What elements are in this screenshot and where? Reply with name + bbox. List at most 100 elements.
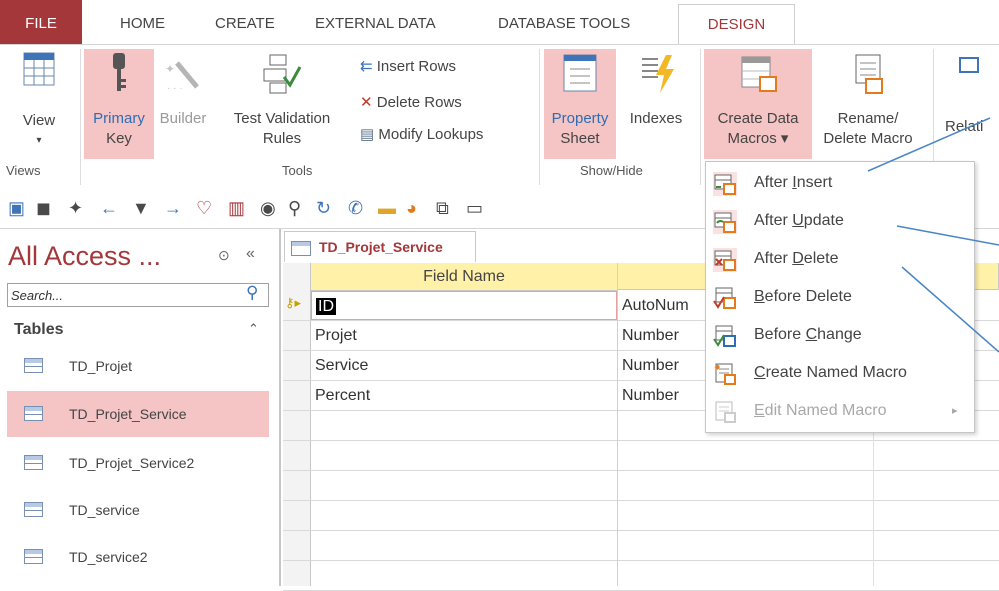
pie-chart-icon[interactable]: ◕ [406, 198, 417, 218]
table-row-empty[interactable] [283, 501, 999, 531]
navigation-pane: All Access ... ⊙ « Search... ⚲ Tables ⌃ … [0, 229, 281, 586]
tab-create[interactable]: CREATE [215, 0, 275, 44]
rename-delete-macro-button[interactable]: Rename/ Delete Macro [812, 49, 924, 159]
menu-item-before-change[interactable]: Before Change [706, 316, 974, 354]
field-name-cell[interactable]: ID [311, 291, 617, 320]
table-row-empty[interactable] [283, 471, 999, 501]
builder-button[interactable]: ✦ · · · Builder [155, 49, 211, 159]
table-icon [24, 502, 43, 517]
table-exclamation-icon[interactable]: ▥ [228, 198, 245, 218]
nav-search-input[interactable]: Search... [7, 283, 269, 307]
after-insert-icon [713, 172, 737, 196]
create-data-macros-button[interactable]: Create Data Macros ▾ [704, 49, 812, 159]
indexes-lightning-icon [642, 55, 674, 93]
copy-icon[interactable]: ⧉ [436, 198, 449, 218]
relationships-button[interactable]: Relati [945, 49, 999, 159]
validation-icon [263, 54, 302, 94]
nav-dropdown-icon[interactable]: ⊙ [218, 247, 230, 264]
separator [700, 49, 701, 185]
builder-label: Builder [159, 110, 207, 127]
property-sheet-icon [563, 54, 597, 92]
delete-rows-label: Delete Rows [376, 94, 462, 111]
modify-lookups-button[interactable]: ▤ Modify Lookups [360, 125, 483, 145]
modify-lookups-label: Modify Lookups [378, 126, 484, 143]
rename-delete-macro-label-1: Rename/ [837, 110, 899, 127]
ribbon-tabs: FILE HOME CREATE EXTERNAL DATA DATABASE … [0, 0, 999, 46]
tab-external-data[interactable]: EXTERNAL DATA [315, 0, 436, 44]
primary-key-label-2: Key [106, 130, 132, 147]
heart-check-icon[interactable]: ♡ [196, 198, 212, 218]
key-icon [113, 53, 126, 91]
primary-key-label-1: Primary [93, 110, 145, 127]
indexes-label: Indexes [629, 110, 683, 127]
indexes-button[interactable]: Indexes [618, 49, 694, 159]
table-row-empty[interactable] [283, 441, 999, 471]
field-name-cell[interactable]: Service [311, 351, 617, 380]
tab-file[interactable]: FILE [0, 0, 82, 44]
refresh-icon[interactable]: ↻ [316, 198, 331, 218]
nav-item-td-service[interactable]: TD_service [7, 487, 269, 533]
table-row-empty[interactable] [283, 561, 999, 591]
table-icon [24, 406, 43, 421]
group-label-show-hide: Show/Hide [580, 163, 643, 178]
pin-icon[interactable]: ✦ [68, 198, 83, 218]
back-arrow-icon[interactable]: ← [100, 198, 118, 218]
nav-item-td-projet-service[interactable]: TD_Projet_Service [7, 391, 269, 437]
delete-rows-button[interactable]: ✕ Delete Rows [360, 93, 462, 113]
collapse-pane-icon[interactable]: « [246, 245, 255, 263]
column-divider [617, 263, 618, 586]
table-row-empty[interactable] [283, 531, 999, 561]
document-tab[interactable]: TD_Projet_Service [284, 231, 476, 262]
column-header-field-name[interactable]: Field Name [311, 263, 618, 291]
view-button[interactable]: View ▾ [2, 49, 76, 159]
phone-icon[interactable]: ✆ [348, 198, 363, 218]
test-validation-rules-button[interactable]: Test Validation Rules [212, 49, 352, 159]
filter-icon[interactable]: ▼ [132, 198, 150, 218]
create-data-macros-label-2: Macros ▾ [727, 130, 789, 147]
nav-section-tables[interactable]: Tables [14, 321, 64, 339]
nav-item-td-projet-service2[interactable]: TD_Projet_Service2 [7, 440, 269, 486]
builder-wand-icon: ✦ · · · [165, 61, 199, 94]
property-sheet-button[interactable]: Property Sheet [544, 49, 616, 159]
view-dropdown-arrow: ▾ [36, 135, 42, 146]
tab-design[interactable]: DESIGN [678, 4, 795, 46]
menu-item-after-update[interactable]: After Update [706, 202, 974, 240]
tab-home[interactable]: HOME [120, 0, 165, 44]
zoom-icon[interactable]: ⚲ [288, 198, 301, 218]
menu-item-before-delete[interactable]: Before Delete [706, 278, 974, 316]
target-icon[interactable]: ◉ [260, 198, 276, 218]
menu-item-after-insert[interactable]: After Insert [706, 164, 974, 202]
test-validation-label-1: Test Validation [233, 110, 331, 127]
rename-delete-macro-label-2: Delete Macro [823, 130, 913, 147]
insert-rows-label: Insert Rows [376, 58, 456, 75]
folder-icon[interactable]: ▬ [378, 198, 396, 218]
primary-key-button[interactable]: Primary Key [84, 49, 154, 159]
tab-database-tools[interactable]: DATABASE TOOLS [498, 0, 630, 44]
menu-item-create-named-macro[interactable]: ✸ Create Named Macro [706, 354, 974, 392]
create-data-macros-label-1: Create Data [717, 110, 799, 127]
nav-item-td-projet[interactable]: TD_Projet [7, 343, 269, 389]
insert-rows-icon: ⇇ [360, 58, 373, 75]
insert-rows-button[interactable]: ⇇ Insert Rows [360, 57, 456, 77]
search-icon[interactable]: ⚲ [246, 283, 258, 303]
menu-item-edit-named-macro[interactable]: Edit Named Macro ▸ [706, 392, 974, 430]
table-icon [24, 358, 43, 373]
table-icon [24, 549, 43, 564]
save-object-icon[interactable]: ◼ [36, 198, 51, 218]
table-icon [291, 240, 311, 256]
menu-item-after-delete[interactable]: After Delete [706, 240, 974, 278]
edit-named-macro-icon [715, 401, 736, 423]
svg-text:· · ·: · · · [167, 83, 183, 94]
field-name-cell[interactable]: Projet [311, 321, 617, 350]
textbox-icon[interactable]: ▭ [466, 198, 483, 218]
before-change-icon [713, 325, 736, 347]
field-name-cell[interactable]: Percent [311, 381, 617, 410]
nav-item-td-service2[interactable]: TD_service2 [7, 534, 269, 580]
forward-arrow-icon[interactable]: → [164, 198, 182, 218]
section-collapse-icon[interactable]: ⌃ [248, 321, 259, 337]
nav-pane-title[interactable]: All Access ... [8, 241, 161, 272]
after-delete-icon [713, 248, 737, 272]
save-icon[interactable]: ▣ [8, 198, 25, 218]
property-sheet-label-2: Sheet [560, 130, 600, 147]
separator [539, 49, 540, 185]
